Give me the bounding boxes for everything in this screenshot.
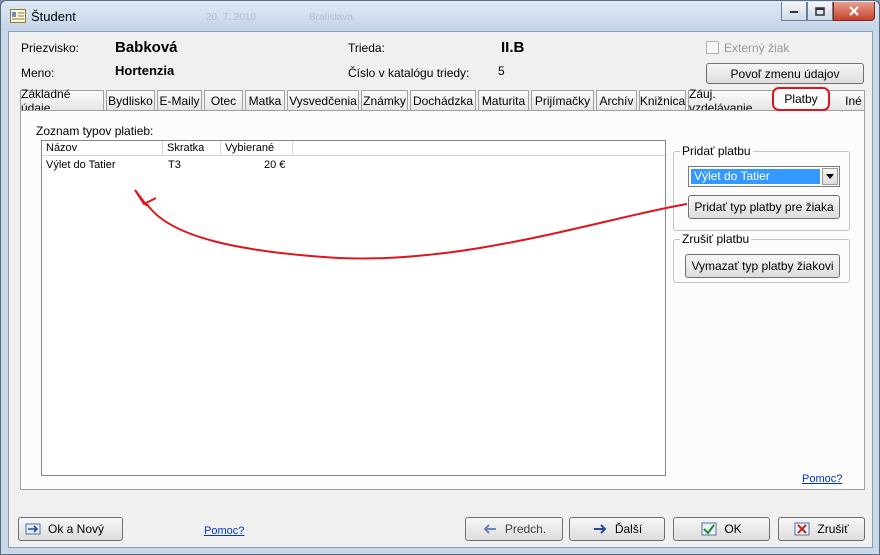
footer-help-link[interactable]: Pomoc? — [204, 525, 244, 537]
next-label: Ďalší — [614, 522, 643, 536]
maximize-icon — [815, 6, 825, 16]
next-button[interactable]: Ďalší — [569, 517, 665, 541]
previous-label: Predch. — [504, 522, 547, 536]
arrow-right-icon — [593, 524, 607, 534]
previous-button[interactable]: Predch. — [465, 517, 563, 541]
ok-new-icon — [25, 523, 41, 535]
cancel-icon — [794, 522, 810, 536]
tab-payments[interactable]: Platby — [772, 87, 830, 111]
close-icon — [849, 6, 859, 16]
window-client-area: Priezvisko: Babková Meno: Hortenzia Trie… — [8, 31, 873, 548]
close-button[interactable] — [833, 2, 875, 21]
cancel-label: Zrušiť — [817, 522, 849, 536]
cancel-button[interactable]: Zrušiť — [778, 517, 865, 541]
title-bar[interactable]: Študent 20. 7. 2010 Bratislava — [1, 1, 879, 31]
background-text: Bratislava — [309, 12, 353, 23]
maximize-button[interactable] — [807, 2, 833, 21]
student-window: Študent 20. 7. 2010 Bratislava Priezvisk… — [0, 0, 880, 555]
minimize-icon — [790, 11, 798, 13]
ok-label: OK — [724, 522, 742, 536]
form-icon — [10, 9, 26, 23]
ok-button[interactable]: OK — [673, 517, 770, 541]
arrow-left-icon — [483, 524, 496, 534]
checkmark-icon — [701, 522, 717, 536]
background-text: 20. 7. 2010 — [206, 12, 257, 23]
ok-and-new-label: Ok a Nový — [48, 522, 105, 536]
minimize-button[interactable] — [781, 2, 807, 21]
window-title: Študent — [31, 9, 76, 24]
ok-and-new-button[interactable]: Ok a Nový — [18, 517, 123, 541]
annotation-arrow — [134, 189, 688, 260]
